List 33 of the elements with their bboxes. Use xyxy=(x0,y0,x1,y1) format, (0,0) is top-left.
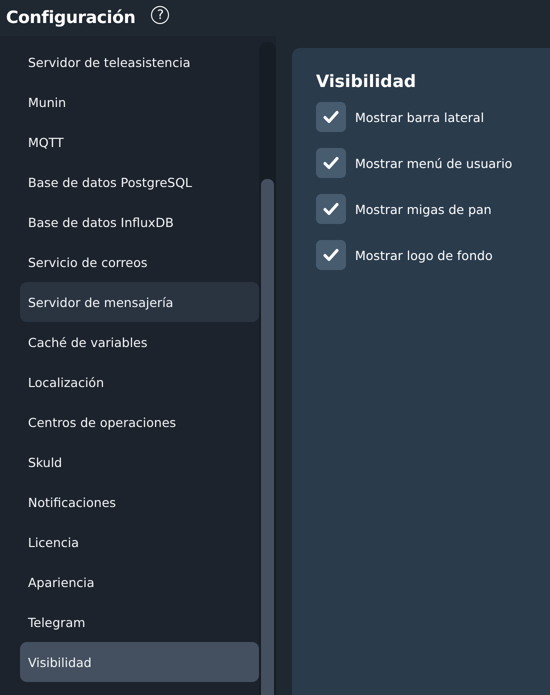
checkmark-icon xyxy=(323,156,339,170)
sidebar-item[interactable]: Base de datos InfluxDB xyxy=(20,202,259,242)
sidebar-item[interactable]: Localización xyxy=(20,362,259,402)
sidebar-item[interactable]: Licencia xyxy=(20,522,259,562)
sidebar-item[interactable]: Servicio de correos xyxy=(20,242,259,282)
checkmark-icon xyxy=(323,248,339,262)
help-icon[interactable]: ? xyxy=(151,6,170,24)
checkmark-icon xyxy=(323,202,339,216)
sidebar-item[interactable]: Caché de variables xyxy=(20,322,259,362)
sidebar-item[interactable]: MQTT xyxy=(20,122,259,162)
checkbox-label: Mostrar logo de fondo xyxy=(355,248,493,262)
sidebar-item[interactable]: Centros de operaciones xyxy=(20,402,259,442)
sidebar-item[interactable]: Base de datos PostgreSQL xyxy=(20,162,259,202)
sidebar-item[interactable]: Notificaciones xyxy=(20,482,259,522)
sidebar-item[interactable]: Apariencia xyxy=(20,562,259,602)
page-title: Configuración xyxy=(6,8,136,28)
sidebar-item[interactable]: Skuld xyxy=(20,442,259,482)
checkbox[interactable] xyxy=(316,148,346,178)
panel-title: Visibilidad xyxy=(316,72,418,92)
checkbox-label: Mostrar migas de pan xyxy=(355,202,492,216)
checkbox[interactable] xyxy=(316,194,346,224)
sidebar-item[interactable]: Telegram xyxy=(20,602,259,642)
checkbox[interactable] xyxy=(316,240,346,270)
checkmark-icon xyxy=(323,110,339,124)
sidebar-item[interactable]: Servidor de mensajería xyxy=(20,282,259,322)
checkbox-label: Mostrar barra lateral xyxy=(355,110,484,124)
scrollbar-track[interactable] xyxy=(259,42,276,695)
checkbox[interactable] xyxy=(316,102,346,132)
sidebar-item[interactable]: Munin xyxy=(20,82,259,122)
sidebar-item[interactable]: Visibilidad xyxy=(20,642,259,682)
sidebar-item[interactable]: Servidor de teleasistencia xyxy=(20,42,259,82)
checkbox-label: Mostrar menú de usuario xyxy=(355,156,512,170)
scrollbar-thumb[interactable] xyxy=(261,179,274,695)
